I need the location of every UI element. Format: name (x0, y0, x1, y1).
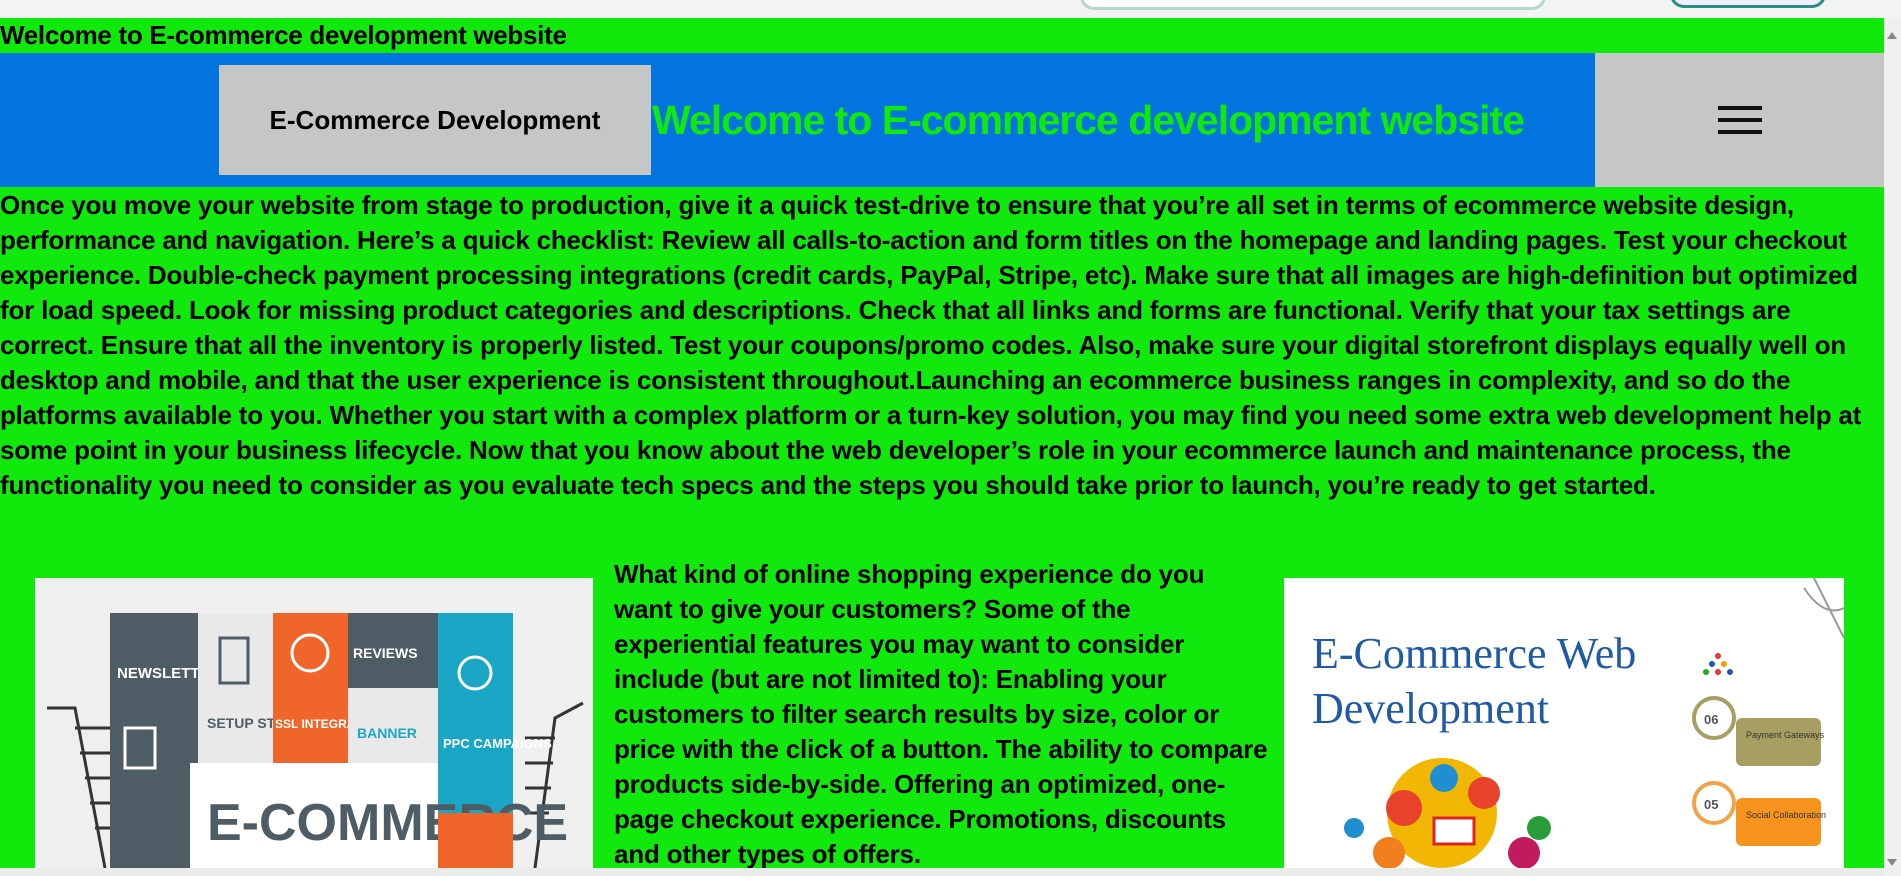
menu-button[interactable] (1595, 53, 1884, 187)
browser-button[interactable] (1670, 0, 1826, 8)
hamburger-menu-icon (1717, 106, 1762, 134)
site-header: E-Commerce Development Welcome to E-comm… (0, 53, 1884, 187)
address-bar[interactable] (1080, 0, 1546, 10)
banner-label: BANNER (357, 725, 417, 741)
browser-chrome-strip (0, 0, 1901, 18)
header-title: Welcome to E-commerce development websit… (652, 97, 1525, 143)
intro-section: Once you move your website from stage to… (0, 188, 1884, 503)
brand-label: E-Commerce Development (269, 104, 601, 135)
page-top-title: Welcome to E-commerce development websit… (0, 20, 567, 50)
image-headline-line2: Development (1312, 684, 1549, 733)
features-section: What kind of online shopping experience … (614, 557, 1269, 872)
scroll-down-arrow-icon[interactable] (1887, 859, 1897, 866)
step1-number: 06 (1704, 712, 1718, 727)
features-paragraph: What kind of online shopping experience … (614, 559, 1268, 869)
step2-label: Social Collaboration (1746, 810, 1826, 820)
step2-number: 05 (1704, 797, 1718, 812)
intro-paragraph: Once you move your website from stage to… (0, 190, 1862, 500)
scroll-up-arrow-icon[interactable] (1887, 32, 1897, 39)
bottom-edge (0, 868, 1884, 876)
reviews-label: REVIEWS (353, 645, 418, 661)
step1-label: Payment Gateways (1746, 730, 1825, 740)
ecommerce-headline: E-COMMERCE (207, 794, 568, 852)
image-headline-line1: E-Commerce Web (1312, 629, 1636, 678)
ecommerce-web-development-image: E-Commerce Web Development 06 Payment Ga… (1284, 578, 1844, 868)
brand-link[interactable]: E-Commerce Development (219, 65, 651, 175)
vertical-scrollbar[interactable] (1884, 18, 1901, 876)
ecommerce-marketing-image: NEWSLETTERS SETUP STORES SSL INTEGRATION… (35, 578, 593, 868)
ppc-label: PPC CAMPAIGNS (443, 736, 552, 751)
